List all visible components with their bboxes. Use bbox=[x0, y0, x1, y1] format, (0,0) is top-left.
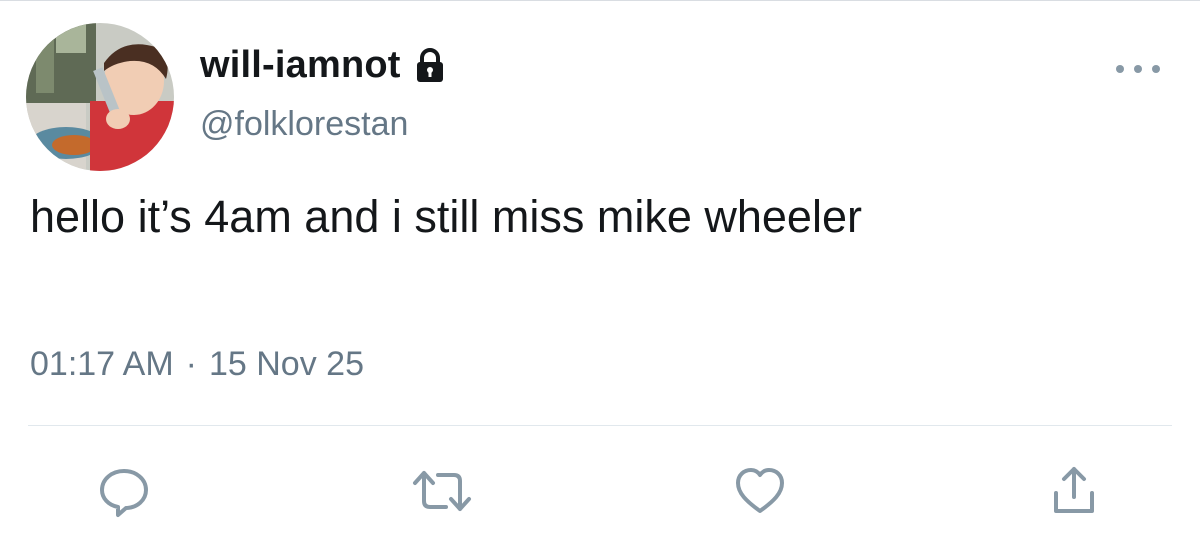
more-dot bbox=[1152, 65, 1160, 73]
meta-separator: · bbox=[185, 345, 197, 383]
share-icon bbox=[1054, 467, 1094, 513]
heart-icon bbox=[736, 468, 784, 513]
reply-button[interactable] bbox=[92, 459, 156, 523]
more-options-button[interactable] bbox=[1116, 57, 1160, 81]
tweet-timestamp[interactable]: 01:17 AM · 15 Nov 25 bbox=[30, 345, 364, 384]
like-button[interactable] bbox=[728, 459, 792, 523]
tweet-time: 01:17 AM bbox=[30, 345, 174, 383]
more-dot bbox=[1116, 65, 1124, 73]
display-name[interactable]: will-iamnot bbox=[200, 44, 401, 87]
lock-icon bbox=[413, 47, 447, 83]
avatar-image bbox=[26, 23, 174, 171]
share-button[interactable] bbox=[1042, 459, 1106, 523]
retweet-icon bbox=[413, 471, 471, 511]
divider bbox=[28, 425, 1172, 426]
user-handle[interactable]: @folklorestan bbox=[200, 105, 408, 144]
tweet-card: will-iamnot @folklorestan hello it’s 4am… bbox=[0, 0, 1200, 558]
name-row: will-iamnot bbox=[200, 41, 447, 89]
tweet-date: 15 Nov 25 bbox=[208, 345, 364, 383]
reply-icon bbox=[100, 469, 148, 517]
tweet-text: hello it’s 4am and i still miss mike whe… bbox=[30, 191, 862, 242]
more-dot bbox=[1134, 65, 1142, 73]
action-bar bbox=[0, 459, 1200, 529]
retweet-button[interactable] bbox=[410, 459, 474, 523]
avatar[interactable] bbox=[26, 23, 174, 171]
